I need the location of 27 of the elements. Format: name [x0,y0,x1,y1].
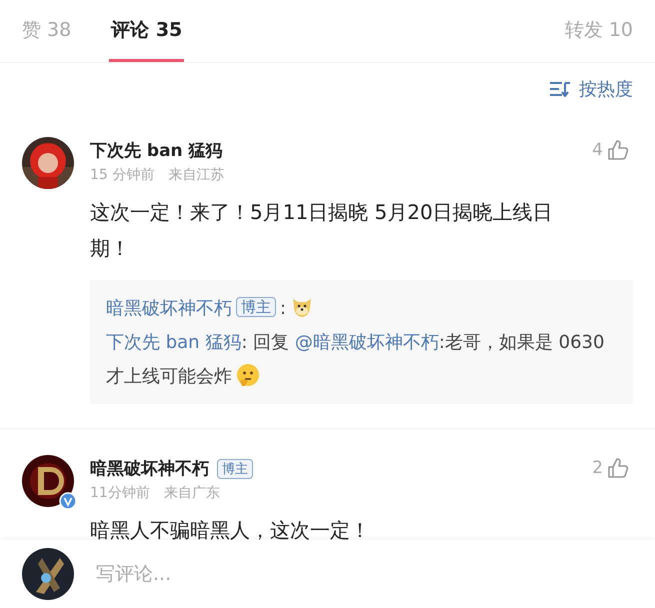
user-name[interactable]: 下次先 ban 猛犸 [90,139,223,162]
verified-icon [59,492,77,510]
mention-link[interactable]: @暗黑破坏神不朽 [294,332,439,353]
like-button[interactable]: 4 [592,137,629,163]
author-badge: 博主 [217,458,253,478]
comment-time: 11分钟前 [90,484,150,502]
sort-button[interactable]: 按热度 [549,77,633,101]
comment-location: 来自江苏 [168,166,224,184]
thumbs-up-icon [607,457,629,479]
author-link[interactable]: 下次先 ban 猛犸 [106,332,242,353]
author-link[interactable]: 暗黑破坏神不朽 [106,298,232,319]
thumbs-up-icon [607,139,629,161]
comment-location: 来自广东 [164,484,220,502]
reply-text: 暗黑破坏神不朽 $^{博主}$ : [106,290,617,326]
comment-text: 这次一定！来了！5月11日揭晓 5月20日揭晓上线日期！ [90,199,554,262]
tab[interactable]: 转发 10 [564,0,633,62]
reply-text: 下次先 ban 猛犸: 回复 @暗黑破坏神不朽:老哥，如果是 0630 才上线可能会炸 [106,331,606,389]
comment-time: 15 分钟前 [90,166,154,184]
tab[interactable]: 赞 38 [22,0,72,62]
author-badge: 博主 [236,297,276,317]
tab[interactable]: 评论 35 [109,0,184,62]
user-name[interactable]: 暗黑破坏神不朽 [90,457,209,480]
like-button[interactable]: 2 [592,455,629,481]
comment-text: 暗黑人不骗暗黑人，这次一定！ [90,517,371,540]
thinking-emoji-icon [236,363,260,387]
sort-icon [549,81,571,97]
comment-input[interactable]: 写评论... [94,562,633,586]
